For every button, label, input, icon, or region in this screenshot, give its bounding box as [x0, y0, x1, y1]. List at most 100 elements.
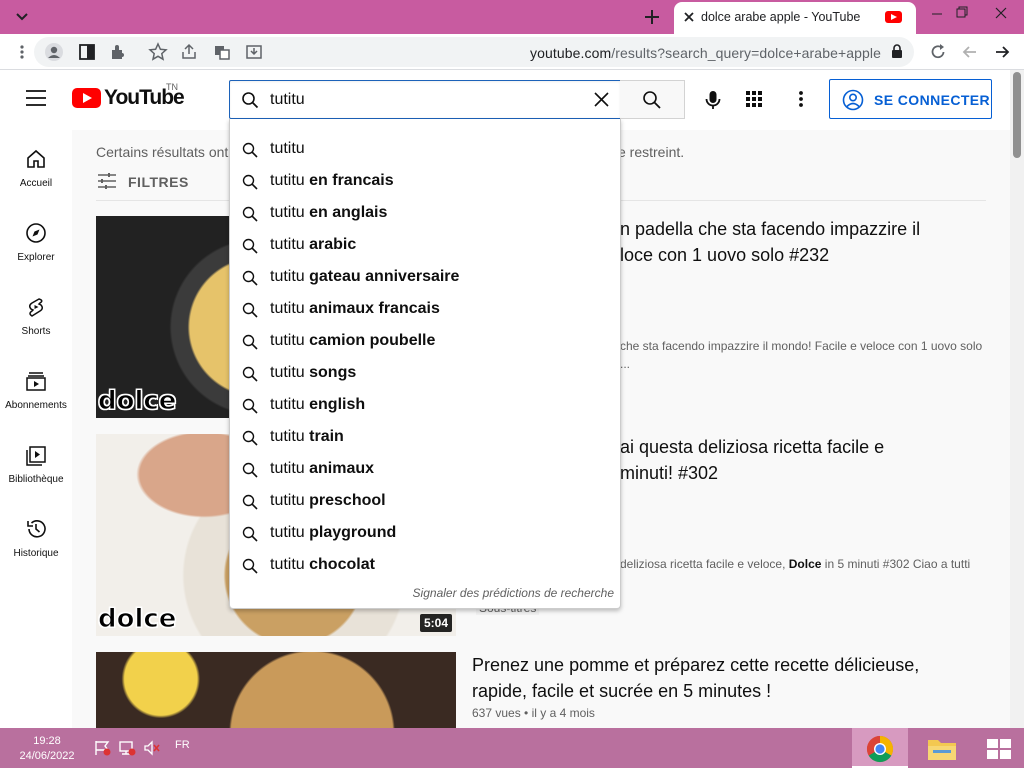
clear-search-icon[interactable]: [593, 91, 610, 108]
suggestion-item[interactable]: tutitu playground: [230, 518, 620, 550]
side-panel-icon[interactable]: [77, 42, 97, 62]
search-input[interactable]: tutitu: [229, 80, 621, 119]
suggestion-item[interactable]: tutitu en francais: [230, 166, 620, 198]
search-button[interactable]: [620, 80, 685, 119]
suggestion-item[interactable]: tutitu camion poubelle: [230, 326, 620, 358]
suggestion-completion: english: [304, 396, 366, 413]
suggestion-text: tutitu animaux: [270, 460, 374, 478]
guide-item-home[interactable]: Accueil: [0, 130, 72, 200]
sign-in-button[interactable]: SE CONNECTER: [829, 79, 992, 119]
tab-search-chevron-icon[interactable]: [12, 7, 32, 27]
browser-toolbar: youtube.com/results?search_query=dolce+a…: [0, 34, 1024, 70]
suggestion-item[interactable]: tutitu songs: [230, 358, 620, 390]
suggestion-item[interactable]: tutitu english: [230, 390, 620, 422]
thumbnail-watermark: dolce: [97, 386, 177, 417]
share-icon[interactable]: [179, 42, 199, 62]
library-icon: [26, 446, 46, 466]
apps-grid-icon[interactable]: [743, 88, 765, 110]
volume-muted-icon[interactable]: [143, 740, 161, 756]
video-desc-line: che sta facendo impazzire il mondo! Faci…: [620, 339, 983, 353]
video-title-line: rapide, facile et sucrée en 5 minutes !: [472, 681, 772, 701]
report-predictions-link[interactable]: Signaler des prédictions de recherche: [413, 586, 614, 600]
video-thumbnail[interactable]: [96, 652, 456, 730]
scrollbar-thumb[interactable]: [1013, 72, 1021, 158]
install-icon[interactable]: [244, 42, 264, 62]
guide-menu-icon[interactable]: [26, 90, 46, 106]
extensions-icon[interactable]: [108, 42, 128, 62]
suggestion-item[interactable]: tutitu gateau anniversaire: [230, 262, 620, 294]
video-title[interactable]: n padella che sta facendo impazzire il l…: [620, 216, 920, 268]
new-tab-plus-icon[interactable]: [641, 6, 663, 28]
search-icon: [242, 334, 258, 350]
close-window-icon[interactable]: [986, 4, 1016, 22]
guide-item-shorts[interactable]: Shorts: [0, 278, 72, 348]
region-code: TN: [166, 82, 178, 92]
suggestion-text: tutitu animaux francais: [270, 300, 440, 318]
suggestion-item[interactable]: tutitu train: [230, 422, 620, 454]
browser-menu-icon[interactable]: [12, 42, 32, 62]
suggestion-prefix: tutitu: [270, 428, 305, 445]
suggestion-item[interactable]: tutitu en anglais: [230, 198, 620, 230]
search-icon: [242, 366, 258, 382]
address-bar[interactable]: youtube.com/results?search_query=dolce+a…: [34, 37, 914, 67]
guide-item-explore[interactable]: Explorer: [0, 204, 72, 274]
translate-icon[interactable]: [212, 42, 232, 62]
suggestion-text: tutitu playground: [270, 524, 396, 542]
windows-start-icon[interactable]: [986, 738, 1012, 760]
suggestion-prefix: tutitu: [270, 236, 305, 253]
voice-search-mic-icon[interactable]: [700, 87, 726, 113]
page-scrollbar[interactable]: [1010, 70, 1024, 730]
suggestion-completion: gateau anniversaire: [304, 268, 460, 285]
taskbar-file-explorer-app[interactable]: [914, 728, 970, 768]
suggestion-prefix: tutitu: [270, 492, 305, 509]
guide-item-subscriptions[interactable]: Abonnements: [0, 352, 72, 422]
video-title-line: loce con 1 uovo solo #232: [620, 245, 830, 265]
suggestion-text: tutitu preschool: [270, 492, 386, 510]
video-title-line: minuti! #302: [620, 463, 719, 483]
system-clock[interactable]: 19:28 24/06/2022: [14, 734, 80, 764]
restricted-notice: Certains résultats ont: [96, 144, 229, 160]
guide-item-history[interactable]: Historique: [0, 500, 72, 570]
suggestion-completion: chocolat: [304, 556, 375, 573]
video-description: deliziosa ricetta facile e veloce, Dolce…: [620, 555, 970, 573]
input-language[interactable]: FR: [175, 739, 190, 751]
suggestion-item[interactable]: tutitu preschool: [230, 486, 620, 518]
search-icon: [242, 462, 258, 478]
suggestion-item[interactable]: tutitu animaux: [230, 454, 620, 486]
restore-window-icon[interactable]: [946, 4, 976, 22]
windows-taskbar: 19:28 24/06/2022 FR: [0, 728, 1024, 768]
suggestion-item[interactable]: tutitu: [230, 134, 620, 166]
desc-text: deliziosa ricetta facile e veloce,: [620, 557, 789, 571]
browser-tab[interactable]: dolce arabe apple - YouTube: [674, 2, 916, 34]
suggestion-text: tutitu gateau anniversaire: [270, 268, 459, 286]
suggestion-item[interactable]: tutitu chocolat: [230, 550, 620, 582]
guide-item-label: Explorer: [17, 252, 55, 263]
url-path: /results?search_query=dolce+arabe+apple: [611, 45, 881, 61]
bookmark-star-icon[interactable]: [148, 42, 168, 62]
action-center-flag-icon[interactable]: [94, 740, 112, 756]
more-options-icon[interactable]: [790, 88, 812, 110]
suggestion-completion: songs: [304, 364, 357, 381]
suggestion-prefix: tutitu: [270, 140, 305, 157]
network-icon[interactable]: [118, 740, 136, 756]
tab-close-icon[interactable]: [682, 10, 696, 24]
guide-item-library[interactable]: Bibliothèque: [0, 426, 72, 496]
search-icon: [242, 302, 258, 318]
search-suggestions-dropdown: tutitu tutitu en francais tutitu en angl…: [229, 119, 621, 609]
suggestion-prefix: tutitu: [270, 332, 305, 349]
back-arrow-icon[interactable]: [960, 42, 980, 62]
suggestion-prefix: tutitu: [270, 396, 305, 413]
url-text[interactable]: youtube.com/results?search_query=dolce+a…: [530, 45, 881, 61]
suggestion-item[interactable]: tutitu animaux francais: [230, 294, 620, 326]
video-title[interactable]: ai questa deliziosa ricetta facile e min…: [620, 434, 884, 486]
video-title[interactable]: Prenez une pomme et préparez cette recet…: [472, 652, 992, 704]
forward-arrow-icon[interactable]: [992, 42, 1012, 62]
home-icon: [27, 149, 45, 168]
youtube-play-icon: [72, 88, 101, 108]
profile-icon[interactable]: [44, 42, 64, 62]
reload-icon[interactable]: [928, 42, 948, 62]
taskbar-chrome-app[interactable]: [852, 728, 908, 768]
suggestion-prefix: tutitu: [270, 172, 305, 189]
suggestion-item[interactable]: tutitu arabic: [230, 230, 620, 262]
lock-icon[interactable]: [889, 43, 905, 59]
